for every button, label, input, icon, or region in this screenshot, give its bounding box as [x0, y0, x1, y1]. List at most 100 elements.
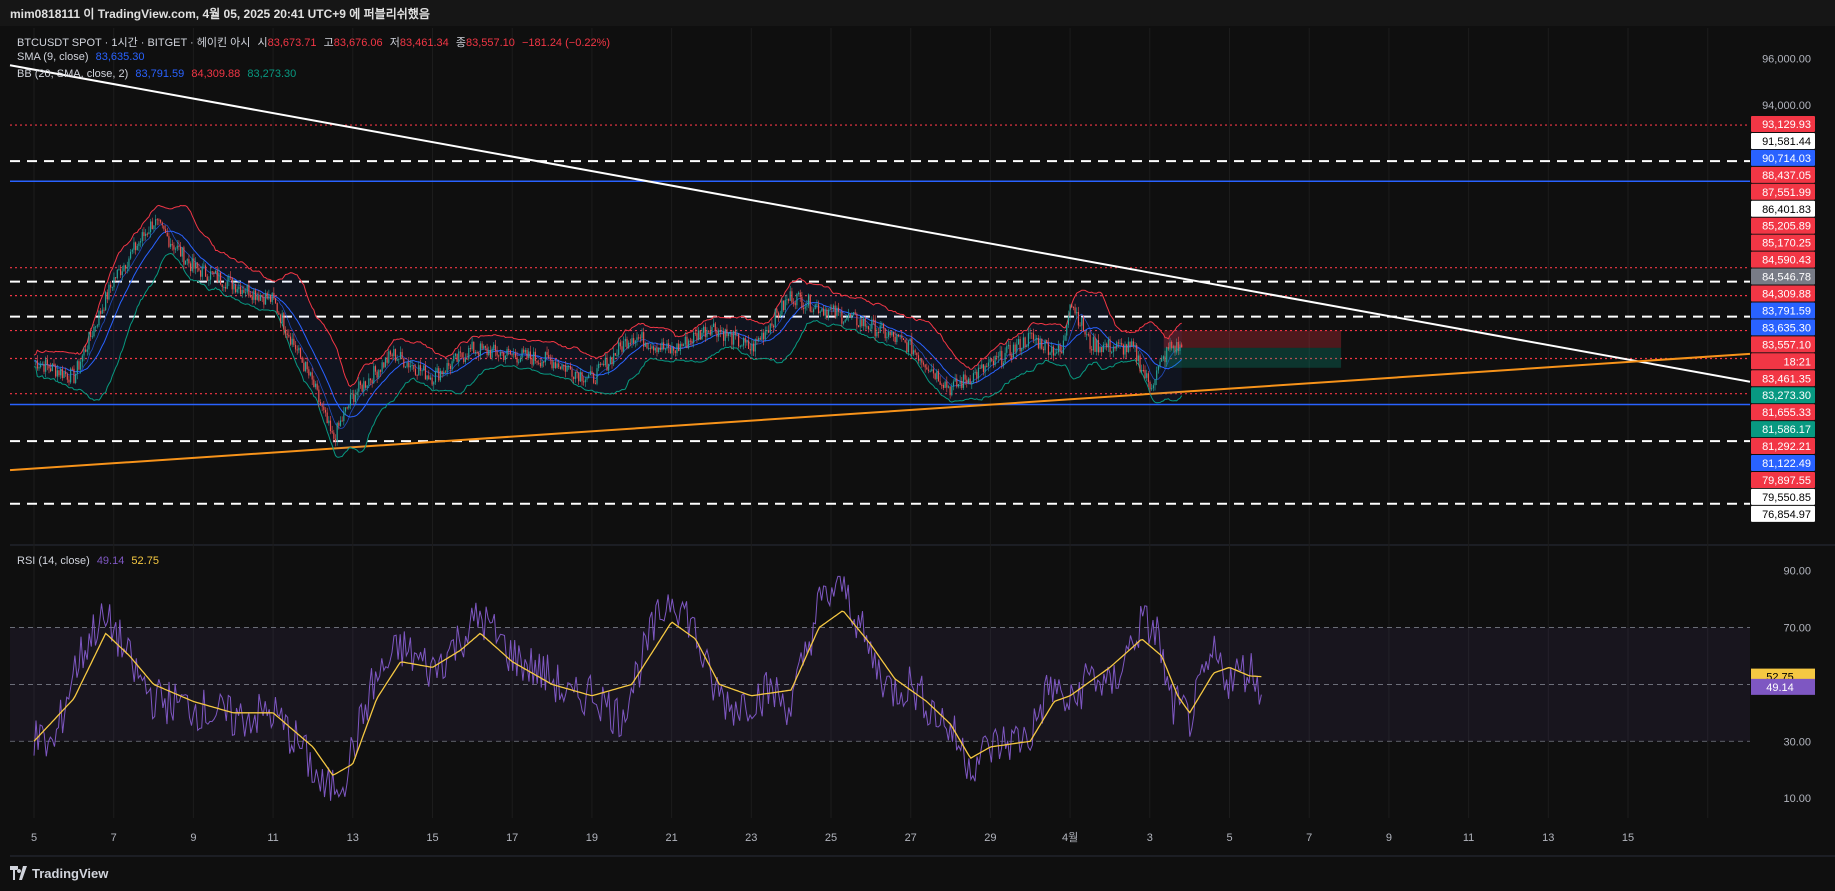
candle-body — [859, 319, 861, 327]
candle-body — [374, 366, 377, 372]
candle-body — [1036, 337, 1038, 340]
candle-body — [90, 332, 92, 337]
candle-body — [1104, 343, 1106, 345]
candle-body — [1081, 317, 1083, 326]
candle-body — [1084, 331, 1086, 335]
candle-body — [651, 346, 653, 349]
price-axis-label: 81,292.21 — [1762, 441, 1811, 453]
candle-body — [857, 325, 860, 327]
candle-body — [553, 362, 555, 369]
candle-body — [381, 362, 383, 372]
candle-body — [458, 351, 460, 362]
candle-body — [236, 289, 238, 293]
candle-body — [464, 358, 467, 362]
price-axis-label: 88,437.05 — [1762, 170, 1811, 182]
candle-body — [161, 222, 163, 226]
tradingview-brand[interactable]: TradingView — [32, 866, 108, 881]
candle-body — [70, 368, 72, 383]
candle-body — [401, 351, 403, 359]
candle-body — [937, 371, 940, 382]
bb-lower-value: 83,273.30 — [247, 68, 297, 80]
candle-body — [58, 370, 60, 376]
candle-body — [886, 336, 888, 339]
candle-body — [804, 306, 806, 309]
time-axis-tick: 4월 — [1062, 831, 1078, 844]
candle-body — [155, 219, 157, 226]
candle-body — [884, 328, 886, 339]
candle-body — [271, 292, 273, 302]
candle-body — [1027, 333, 1030, 347]
candle-body — [897, 334, 900, 337]
time-axis-tick: 9 — [1386, 832, 1392, 844]
candle-body — [393, 349, 395, 357]
candle-body — [819, 311, 821, 314]
candle-body — [974, 371, 976, 374]
candle-body — [416, 374, 418, 376]
candle-body — [468, 348, 470, 359]
candle-body — [211, 271, 213, 273]
candle-body — [303, 362, 305, 372]
candle-body — [471, 341, 473, 350]
candle-body — [68, 379, 70, 383]
candle-body — [479, 343, 481, 356]
candle-body — [814, 304, 816, 310]
time-axis-tick: 7 — [111, 832, 117, 844]
candle-body — [904, 340, 906, 343]
candle-body — [626, 338, 628, 349]
candle-body — [329, 420, 332, 432]
candle-body — [1016, 344, 1018, 352]
candle-body — [1096, 339, 1098, 352]
bb-legend[interactable]: BB (20, SMA, close, 2) 83,791.59 84,309.… — [17, 68, 300, 80]
candle-body — [323, 406, 325, 410]
candle-body — [634, 340, 636, 344]
rsi-legend[interactable]: RSI (14, close) 49.14 52.75 — [17, 555, 163, 567]
candle-body — [111, 287, 113, 289]
candle-body — [281, 313, 283, 323]
candle-body — [298, 347, 300, 351]
candle-body — [341, 420, 343, 422]
candle-body — [568, 365, 570, 367]
candle-body — [408, 362, 410, 368]
candle-body — [293, 338, 295, 345]
candle-body — [901, 335, 903, 339]
price-axis-label: 81,122.49 — [1762, 458, 1811, 470]
time-axis-tick: 23 — [745, 832, 757, 844]
candle-body — [1061, 351, 1063, 354]
candle-body — [1021, 348, 1023, 352]
candle-body — [559, 367, 561, 369]
candle-body — [608, 363, 610, 371]
candle-body — [709, 331, 711, 335]
candle-body — [538, 362, 540, 364]
candle-body — [384, 357, 387, 368]
candle-body — [624, 338, 626, 342]
tradingview-logo-icon[interactable] — [10, 866, 30, 880]
time-axis-tick: 5 — [31, 832, 37, 844]
candle-body — [199, 270, 202, 277]
candle-body — [273, 292, 275, 299]
candle-body — [319, 401, 322, 406]
candle-body — [61, 368, 63, 378]
candle-body — [364, 381, 367, 388]
candle-body — [829, 308, 831, 310]
candle-body — [951, 386, 953, 396]
candle-body — [611, 357, 613, 365]
candle-body — [396, 358, 398, 361]
candle-body — [1019, 338, 1021, 352]
candle-body — [711, 326, 713, 335]
candle-body — [1139, 355, 1141, 372]
candle-body — [794, 302, 796, 306]
candle-body — [929, 370, 931, 372]
candle-body — [308, 369, 310, 376]
candle-body — [41, 364, 43, 366]
candle-body — [1117, 342, 1119, 344]
candle-body — [852, 312, 855, 315]
candle-body — [748, 340, 750, 349]
sma-legend[interactable]: SMA (9, close) 83,635.30 — [17, 51, 149, 63]
candle-body — [1126, 344, 1128, 353]
price-axis-label: 83,461.35 — [1762, 373, 1811, 385]
candle-body — [269, 294, 272, 302]
candle-body — [194, 262, 197, 269]
candle-body — [616, 354, 618, 356]
chart-canvas[interactable]: 93,129.93 91,581.44 90,714.03 88,437.05 87,5… — [0, 0, 1835, 891]
price-axis-label: 93,129.93 — [1762, 119, 1811, 131]
